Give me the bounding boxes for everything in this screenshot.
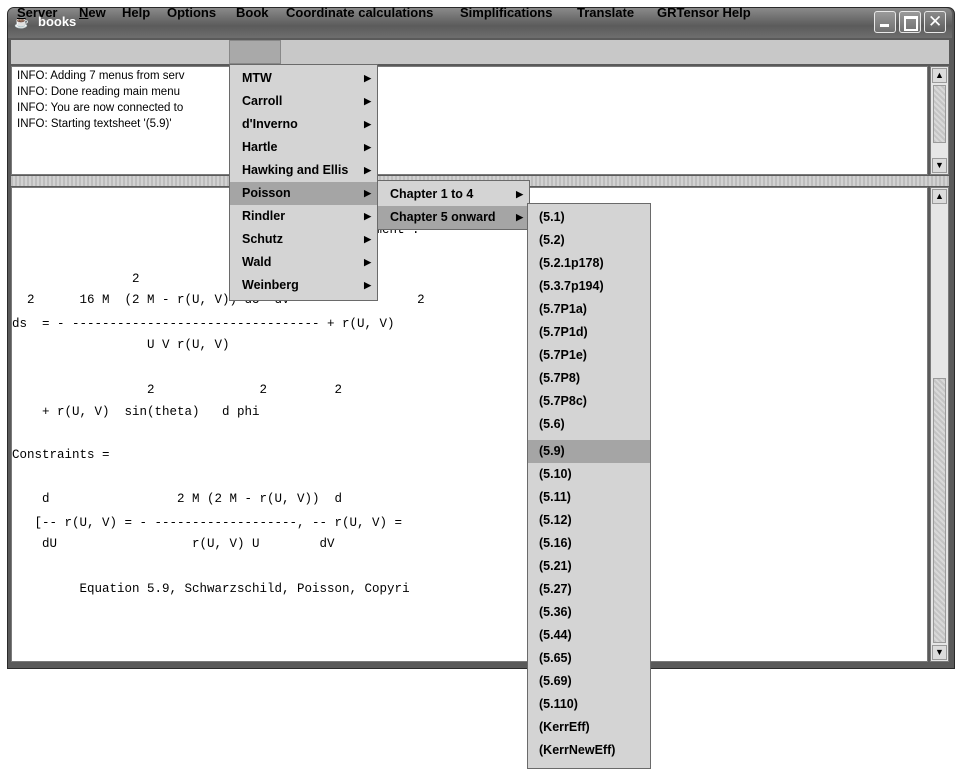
menu-item-equation[interactable]: (5.7P8c) <box>528 390 650 413</box>
submenu-arrow-icon: ▶ <box>364 188 371 198</box>
submenu-arrow-icon: ▶ <box>364 257 371 267</box>
menu-bar <box>11 40 949 64</box>
worksheet-pane[interactable]: element : 2 2 16 M (2 M - r(U, V)) dU dV… <box>11 187 928 662</box>
menu-coordinate-calculations[interactable]: Coordinate calculations <box>286 5 433 20</box>
menu-item-dinverno[interactable]: d'Inverno ▶ <box>230 113 377 136</box>
info-line: INFO: Starting textsheet '(5.9)' <box>17 118 172 130</box>
scroll-down-arrow-icon[interactable]: ▼ <box>932 645 947 660</box>
submenu-arrow-icon: ▶ <box>364 211 371 221</box>
menu-item-equation[interactable]: (5.69) <box>528 670 650 693</box>
menu-item-carroll[interactable]: Carroll ▶ <box>230 90 377 113</box>
submenu-arrow-icon: ▶ <box>364 280 371 290</box>
menu-item-equation[interactable]: (5.6) <box>528 413 650 436</box>
close-button[interactable]: ✕ <box>924 11 946 33</box>
menu-item-schutz[interactable]: Schutz ▶ <box>230 228 377 251</box>
menu-item-equation[interactable]: (5.1) <box>528 206 650 229</box>
menu-item-equation[interactable]: (5.2) <box>528 229 650 252</box>
menu-item-equation[interactable]: (5.27) <box>528 578 650 601</box>
menu-item-equation[interactable]: (5.10) <box>528 463 650 486</box>
chapter5-submenu: (5.1) (5.2) (5.2.1p178) (5.3.7p194) (5.7… <box>527 203 651 769</box>
menu-item-equation-selected[interactable]: (5.9) <box>528 440 650 463</box>
output-line: ds = - ---------------------------------… <box>12 317 395 331</box>
menu-item-mtw[interactable]: MTW ▶ <box>230 67 377 90</box>
menu-item-hartle[interactable]: Hartle ▶ <box>230 136 377 159</box>
menu-item-chapter-5-onward[interactable]: Chapter 5 onward ▶ <box>378 206 529 229</box>
info-line: INFO: Adding 7 menus from serv <box>17 70 185 82</box>
menu-item-chapter-1-to-4[interactable]: Chapter 1 to 4 ▶ <box>378 183 529 206</box>
scroll-up-arrow-icon[interactable]: ▲ <box>932 68 947 83</box>
menu-item-equation[interactable]: (5.16) <box>528 532 650 555</box>
maximize-icon <box>904 16 918 31</box>
info-log-pane[interactable]: INFO: Adding 7 menus from serv INFO: Don… <box>11 66 928 175</box>
menu-item-equation[interactable]: (5.11) <box>528 486 650 509</box>
scroll-down-arrow-icon[interactable]: ▼ <box>932 158 947 173</box>
output-line: Equation 5.9, Schwarzschild, Poisson, Co… <box>12 582 560 596</box>
menu-item-equation[interactable]: (5.7P1a) <box>528 298 650 321</box>
menu-item-equation[interactable]: (KerrEff) <box>528 716 650 739</box>
output-line: + r(U, V) sin(theta) d phi <box>12 405 260 419</box>
menu-item-equation[interactable]: (5.36) <box>528 601 650 624</box>
menu-item-equation[interactable]: (5.7P8) <box>528 367 650 390</box>
menu-item-wald[interactable]: Wald ▶ <box>230 251 377 274</box>
menu-item-equation[interactable]: (5.44) <box>528 624 650 647</box>
menu-item-equation[interactable]: (5.2.1p178) <box>528 252 650 275</box>
submenu-arrow-icon: ▶ <box>516 189 523 199</box>
menu-item-equation[interactable]: (5.3.7p194) <box>528 275 650 298</box>
submenu-arrow-icon: ▶ <box>364 119 371 129</box>
menu-options[interactable]: Options <box>167 5 216 20</box>
scroll-thumb[interactable] <box>933 85 946 143</box>
output-line: [-- r(U, V) = - -------------------, -- … <box>12 516 613 530</box>
output-line: 2 2 2 <box>12 383 343 397</box>
menu-item-weinberg[interactable]: Weinberg ▶ <box>230 274 377 297</box>
menu-new[interactable]: New <box>79 5 106 20</box>
menu-simplifications[interactable]: Simplifications <box>460 5 552 20</box>
poisson-submenu: Chapter 1 to 4 ▶ Chapter 5 onward ▶ <box>377 180 530 230</box>
output-line: dU r(U, V) U dV V) V <box>12 537 560 551</box>
submenu-arrow-icon: ▶ <box>364 96 371 106</box>
menu-item-equation[interactable]: (5.12) <box>528 509 650 532</box>
submenu-arrow-icon: ▶ <box>364 73 371 83</box>
scroll-up-arrow-icon[interactable]: ▲ <box>932 189 947 204</box>
output-line: d 2 M (2 M - r(U, V)) d r(U, V)) <box>12 492 590 506</box>
menu-item-equation[interactable]: (5.110) <box>528 693 650 716</box>
info-line: INFO: You are now connected to <box>17 102 184 114</box>
info-scrollbar[interactable]: ▲ ▼ <box>930 66 949 175</box>
menu-item-equation[interactable]: (5.7P1e) <box>528 344 650 367</box>
menu-item-poisson[interactable]: Poisson ▶ <box>230 182 377 205</box>
submenu-arrow-icon: ▶ <box>516 212 523 222</box>
minimize-icon <box>880 24 889 27</box>
submenu-arrow-icon: ▶ <box>364 142 371 152</box>
menu-item-equation[interactable]: (5.65) <box>528 647 650 670</box>
menu-server[interactable]: Server <box>17 5 57 20</box>
menu-item-equation[interactable]: (5.21) <box>528 555 650 578</box>
menu-item-equation[interactable]: (KerrNewEff) <box>528 739 650 762</box>
menu-translate[interactable]: Translate <box>577 5 634 20</box>
info-line: INFO: Done reading main menu <box>17 86 180 98</box>
scroll-thumb[interactable] <box>933 378 946 643</box>
menu-item-hawking-and-ellis[interactable]: Hawking and Ellis ▶ <box>230 159 377 182</box>
maximize-button[interactable] <box>899 11 921 33</box>
menu-item-rindler[interactable]: Rindler ▶ <box>230 205 377 228</box>
menu-book[interactable]: Book <box>236 5 269 20</box>
output-line: Constraints = <box>12 448 110 462</box>
submenu-arrow-icon: ▶ <box>364 234 371 244</box>
submenu-arrow-icon: ▶ <box>364 165 371 175</box>
close-icon: ✕ <box>928 12 943 31</box>
minimize-button[interactable] <box>874 11 896 33</box>
menu-item-equation[interactable]: (5.7P1d) <box>528 321 650 344</box>
book-menu: MTW ▶ Carroll ▶ d'Inverno ▶ Hartle ▶ Hawking… <box>229 64 378 301</box>
output-line: 2 <box>12 272 140 286</box>
worksheet-scrollbar[interactable]: ▲ ▼ <box>930 187 949 662</box>
menu-help[interactable]: Help <box>122 5 150 20</box>
output-line: U V r(U, V) <box>12 338 230 352</box>
menu-grtensor-help[interactable]: GRTensor Help <box>657 5 751 20</box>
menu-book-highlight <box>229 40 281 64</box>
